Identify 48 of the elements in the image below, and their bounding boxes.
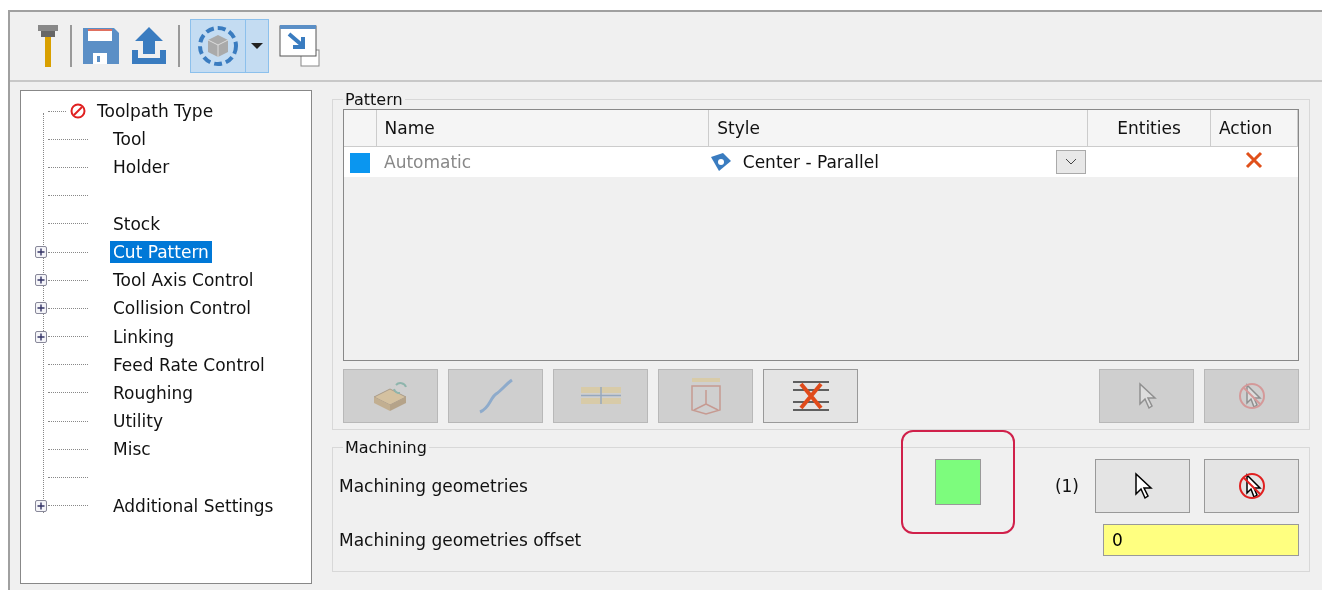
column-header: Action [1210,110,1298,147]
delete-button[interactable] [763,369,858,423]
tree-item[interactable]: Stock [110,212,164,235]
expand-icon[interactable] [35,246,47,259]
tree-item[interactable]: Roughing [110,381,197,404]
field-label: Machining geometries [339,476,529,496]
pointer-icon [1136,382,1157,410]
column-header: Name [376,110,709,147]
tree-item[interactable]: Tool [110,128,150,151]
expand-icon[interactable] [35,330,47,343]
column-header: Entities [1087,110,1211,147]
save-icon[interactable] [82,27,120,65]
geometry-count: (1) [1054,476,1079,496]
dropdown-button[interactable] [1055,150,1086,174]
cube-icon [197,25,239,67]
tree-item[interactable]: Holder [110,156,173,179]
table-cell: Center - Parallel [742,152,879,172]
no-pointer-icon [1236,471,1267,501]
expand-icon[interactable] [35,302,47,315]
tree-item[interactable]: Cut Pattern [110,241,212,264]
column-header: Style [708,110,1088,147]
offset-input-field[interactable]: 0 [1103,524,1299,556]
delete-icon[interactable] [1245,151,1263,169]
group-title: Pattern [344,90,404,109]
tree-item[interactable]: Linking [110,325,178,348]
tree-item[interactable]: Toolpath Type [94,100,217,123]
pointer-icon [1132,472,1153,500]
tree-item[interactable]: Misc [110,438,154,461]
window-arrow-icon[interactable] [279,24,321,68]
chevron-down-icon [1064,158,1077,166]
tree-item[interactable]: Additional Settings [110,494,277,517]
tree-item[interactable]: Utility [110,410,166,433]
tree-item[interactable]: Feed Rate Control [110,353,268,376]
hammer-icon[interactable] [36,25,60,67]
expand-icon[interactable] [35,499,47,512]
view-toggle-button[interactable] [190,19,269,73]
tree-item[interactable]: Tool Axis Control [110,269,257,292]
no-pointer-icon [1236,381,1267,411]
expand-icon[interactable] [35,274,47,287]
upload-icon[interactable] [130,26,168,66]
tree-item[interactable]: Collision Control [110,297,255,320]
field-label: Machining geometries offset [339,530,583,550]
group-title: Machining [344,438,428,457]
prohibited-icon [70,103,86,120]
no-pointer-button[interactable] [1204,459,1299,513]
pointer-button[interactable] [1095,459,1190,513]
table-cell: Automatic [376,146,709,177]
dropdown-caret-icon [249,41,265,51]
